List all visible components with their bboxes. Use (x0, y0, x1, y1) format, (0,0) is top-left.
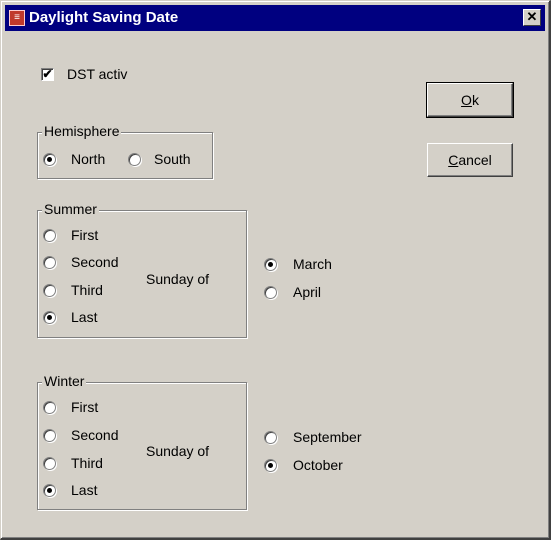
title-bar[interactable]: ≡ Daylight Saving Date ✕ (5, 5, 545, 31)
dst-checkbox[interactable]: ✔ (41, 68, 54, 81)
winter-radio-third[interactable] (43, 457, 56, 470)
summer-radio-last[interactable] (43, 311, 56, 324)
summer-radio-april[interactable] (264, 286, 277, 299)
summer-march-label[interactable]: March (293, 256, 332, 272)
south-label[interactable]: South (154, 151, 191, 167)
summer-radio-first[interactable] (43, 229, 56, 242)
hemisphere-legend: Hemisphere (42, 123, 122, 139)
winter-september-label[interactable]: September (293, 429, 361, 445)
close-icon: ✕ (526, 9, 538, 24)
winter-legend: Winter (42, 373, 87, 389)
winter-radio-first[interactable] (43, 401, 56, 414)
ok-label-rest: k (471, 92, 479, 108)
cancel-mnemonic: C (448, 152, 459, 168)
dialog-window: ≡ Daylight Saving Date ✕ ✔ DST activ Ok … (0, 0, 551, 540)
dst-label[interactable]: DST activ (67, 66, 127, 82)
winter-third-label[interactable]: Third (71, 455, 103, 471)
summer-group: Summer (37, 201, 247, 338)
ok-button[interactable]: Ok (426, 82, 514, 118)
summer-radio-march[interactable] (264, 258, 277, 271)
ok-mnemonic: O (461, 92, 472, 108)
radio-north[interactable] (43, 153, 56, 166)
winter-radio-last[interactable] (43, 484, 56, 497)
winter-radio-second[interactable] (43, 429, 56, 442)
summer-radio-third[interactable] (43, 284, 56, 297)
summer-first-label[interactable]: First (71, 227, 98, 243)
winter-october-label[interactable]: October (293, 457, 343, 473)
radio-south[interactable] (128, 153, 141, 166)
winter-radio-october[interactable] (264, 459, 277, 472)
app-icon: ≡ (9, 10, 25, 26)
cancel-label-rest: ancel (458, 152, 492, 168)
summer-radio-second[interactable] (43, 256, 56, 269)
cancel-button[interactable]: Cancel (427, 143, 513, 177)
summer-last-label[interactable]: Last (71, 309, 97, 325)
winter-first-label[interactable]: First (71, 399, 98, 415)
summer-second-label[interactable]: Second (71, 254, 118, 270)
winter-last-label[interactable]: Last (71, 482, 97, 498)
north-label[interactable]: North (71, 151, 105, 167)
summer-third-label[interactable]: Third (71, 282, 103, 298)
window-title: Daylight Saving Date (29, 9, 179, 26)
winter-radio-september[interactable] (264, 431, 277, 444)
summer-legend: Summer (42, 201, 99, 217)
summer-sunday-of: Sunday of (146, 271, 210, 287)
winter-group: Winter (37, 373, 247, 510)
close-button[interactable]: ✕ (523, 9, 541, 26)
winter-sunday-of: Sunday of (146, 443, 210, 459)
winter-second-label[interactable]: Second (71, 427, 118, 443)
summer-april-label[interactable]: April (293, 284, 321, 300)
